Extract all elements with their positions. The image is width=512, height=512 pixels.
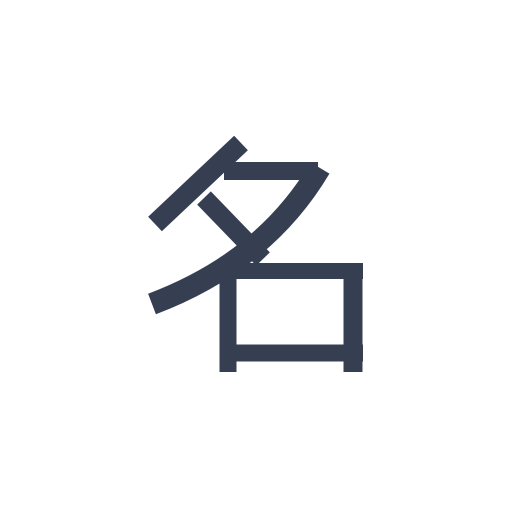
glyph-canvas: 名 (0, 0, 512, 512)
kanji-glyph-icon (148, 135, 363, 372)
